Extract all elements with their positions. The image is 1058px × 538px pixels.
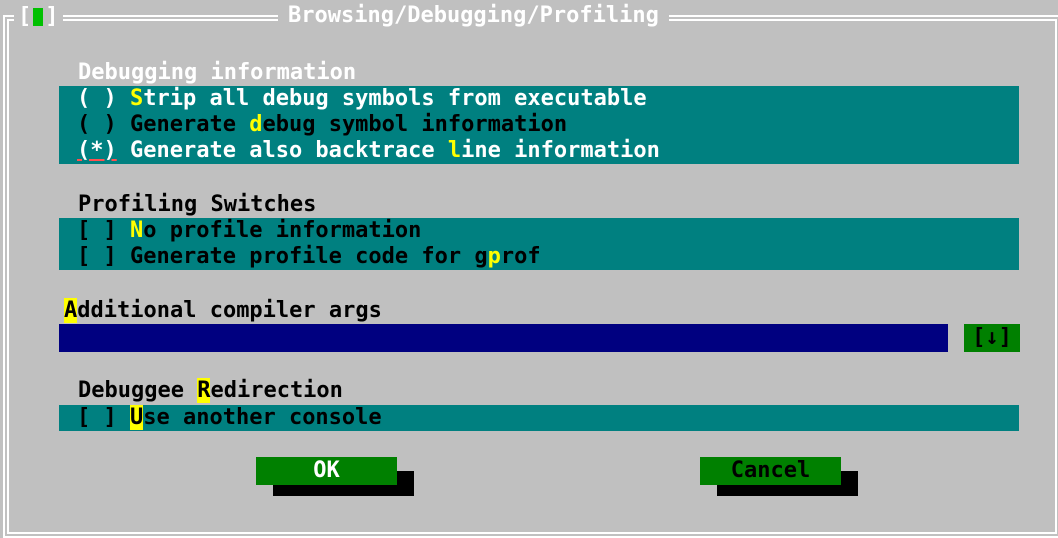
option-text: Generate also backtrace [130,138,448,163]
hotkey-letter: U [130,405,144,430]
ok-button[interactable]: OK [256,457,397,485]
label-text: Debuggee [78,378,198,403]
option-text: se another console [143,405,382,430]
redirection-heading: Debuggee Redirection [78,378,343,404]
option-text: Generate [130,112,250,137]
history-dropdown-button[interactable]: [↓] [964,324,1020,352]
radio-mark: ( ) [77,86,117,111]
hotkey-letter: R [197,378,211,403]
checkbox-no-profile[interactable]: [ ] No profile information [59,218,1019,244]
compiler-args-input[interactable] [59,324,948,352]
dialog-window: [ ] Browsing/Debugging/Profiling Debuggi… [0,0,1058,538]
radio-mark: ( ) [77,112,117,137]
option-text: ebug symbol information [262,112,568,137]
compiler-args-label: Additional compiler args [64,298,382,324]
hotkey-letter: d [249,112,263,137]
close-bracket-left: [ [18,4,32,29]
profiling-heading: Profiling Switches [78,192,317,217]
checkbox-another-console[interactable]: [ ] Use another console [59,405,1019,431]
hotkey-letter: N [130,218,144,243]
checkbox-gprof[interactable]: [ ] Generate profile code for gprof [59,244,1019,270]
dialog-title: Browsing/Debugging/Profiling [278,2,669,30]
radio-mark-selected: (*) [77,138,117,163]
hotkey-letter: A [64,298,78,323]
checkbox-mark: [ ] [77,218,117,243]
option-text: Generate profile code for g [130,244,488,269]
title-bar: [ ] Browsing/Debugging/Profiling [0,2,1058,30]
close-bracket-right: ] [45,4,59,29]
hotkey-letter: S [130,86,144,111]
label-text: dditional compiler args [77,298,382,323]
label-text: edirection [210,378,343,403]
radio-strip-symbols[interactable]: ( ) Strip all debug symbols from executa… [59,86,1019,112]
radio-generate-debug-symbols[interactable]: ( ) Generate debug symbol information [59,112,1019,138]
option-text: trip all debug symbols from executable [143,86,647,111]
close-icon [33,8,44,26]
option-text: ine information [461,138,660,163]
profiling-checkbox-group: [ ] No profile information [ ] Generate … [59,218,1019,270]
checkbox-mark: [ ] [77,405,117,430]
cancel-button[interactable]: Cancel [700,457,841,485]
debugging-radio-group: ( ) Strip all debug symbols from executa… [59,86,1019,164]
checkbox-mark: [ ] [77,244,117,269]
radio-backtrace-line-info[interactable]: (*) Generate also backtrace line informa… [59,138,1019,164]
hotkey-letter: p [487,244,501,269]
hotkey-letter: l [447,138,462,163]
redirection-checkbox-group: [ ] Use another console [59,405,1019,431]
option-text: rof [500,244,541,269]
option-text: o profile information [143,218,422,243]
debugging-heading: Debugging information [78,60,357,85]
close-button[interactable]: [ ] [14,4,63,30]
